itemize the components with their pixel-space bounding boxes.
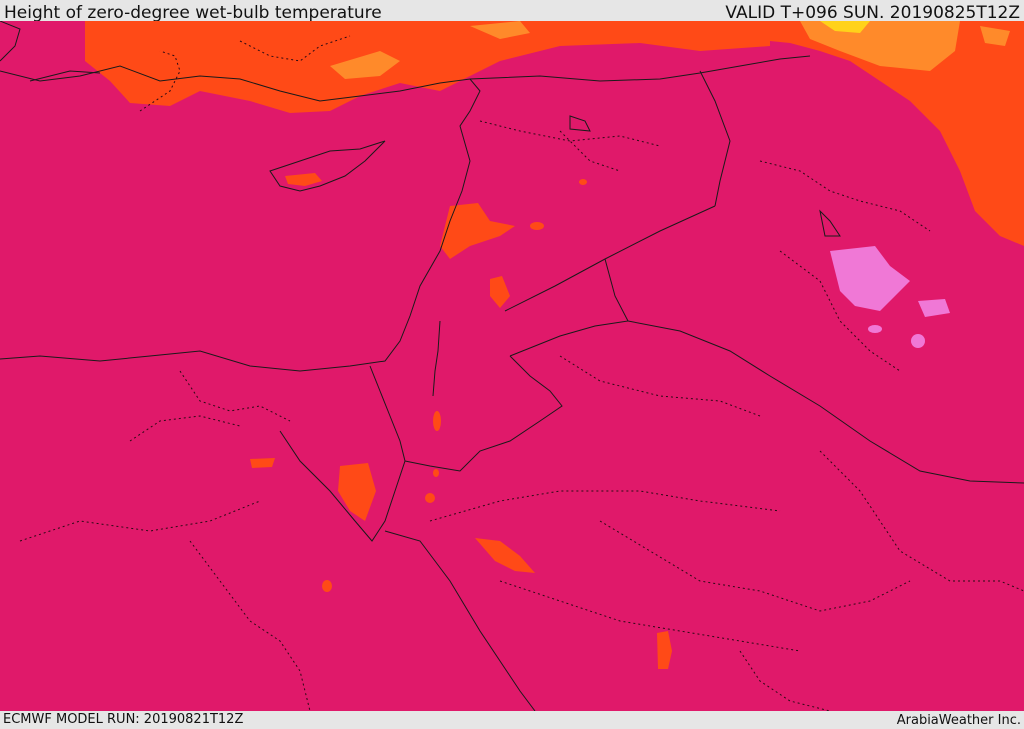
base-field xyxy=(0,21,1024,711)
small-warm-patch-3 xyxy=(322,580,332,592)
small-warm-patch-1 xyxy=(433,411,441,431)
model-run-label: ECMWF MODEL RUN: 20190821T12Z xyxy=(3,712,244,727)
iraq-cool-patch-4 xyxy=(911,334,925,348)
small-warm-patch-6 xyxy=(433,469,439,477)
map-header: Height of zero-degree wet-bulb temperatu… xyxy=(0,0,1024,21)
forecast-map xyxy=(0,21,1024,711)
map-title: Height of zero-degree wet-bulb temperatu… xyxy=(4,3,382,21)
small-warm-patch-2 xyxy=(425,493,435,503)
small-warm-patch-4 xyxy=(530,222,544,230)
map-footer: ECMWF MODEL RUN: 20190821T12Z ArabiaWeat… xyxy=(0,711,1024,729)
egypt-warm-patch xyxy=(250,458,275,468)
iraq-cool-patch-3 xyxy=(868,325,882,333)
map-canvas xyxy=(0,21,1024,711)
credit-label: ArabiaWeather Inc. xyxy=(896,713,1021,728)
valid-time-label: VALID T+096 SUN. 20190825T12Z xyxy=(725,3,1020,21)
small-warm-patch-5 xyxy=(579,179,587,185)
